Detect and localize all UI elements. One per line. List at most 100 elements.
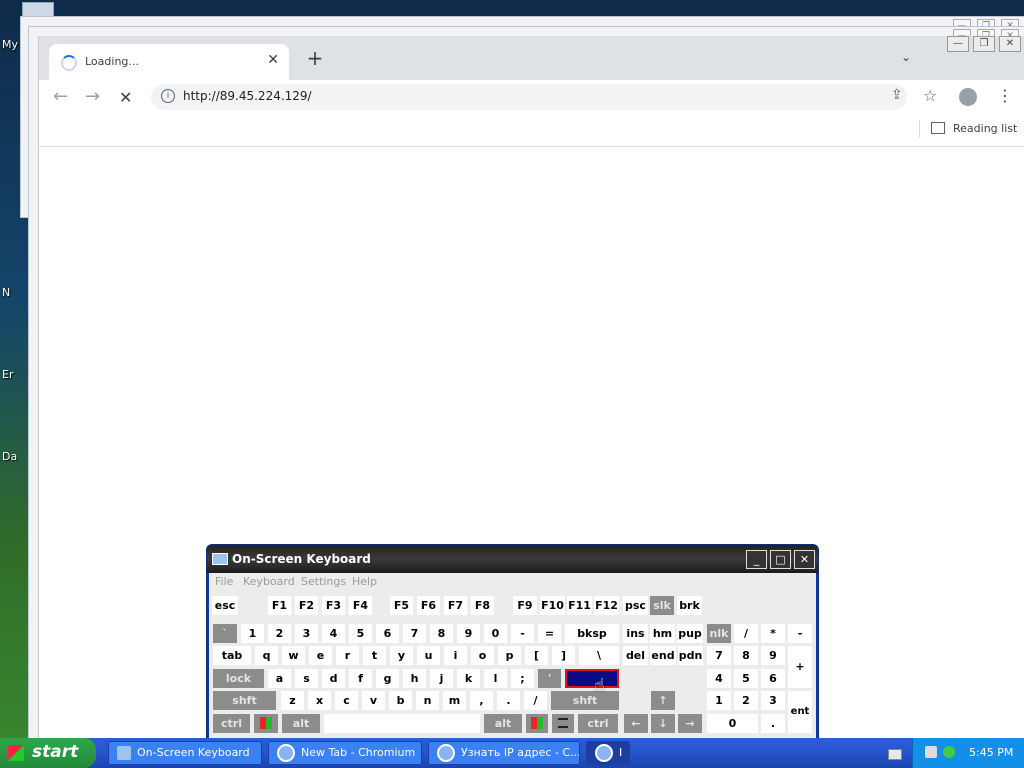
key-8[interactable]: 8: [430, 624, 453, 643]
menu-help[interactable]: Help: [352, 575, 377, 588]
stop-loading-button[interactable]: ✕: [119, 88, 132, 107]
key-f8[interactable]: F8: [471, 596, 494, 615]
menu-settings[interactable]: Settings: [301, 575, 346, 588]
key-n[interactable]: n: [416, 691, 439, 710]
key-pdn[interactable]: pdn: [678, 646, 703, 665]
keyboard-tray-icon[interactable]: [888, 749, 902, 760]
reading-list-icon[interactable]: [931, 122, 945, 134]
key-e[interactable]: e: [309, 646, 332, 665]
taskbar-item-osk[interactable]: On-Screen Keyboard: [108, 741, 262, 765]
key-k[interactable]: k: [457, 669, 480, 688]
osk-maximize-button[interactable]: □: [770, 550, 791, 569]
kebab-menu-icon[interactable]: ⋮: [997, 86, 1013, 105]
key-alt-left[interactable]: alt: [282, 714, 320, 733]
key-enter-selected[interactable]: [565, 669, 619, 688]
key-y[interactable]: y: [390, 646, 413, 665]
key-4[interactable]: 4: [322, 624, 345, 643]
network-icon[interactable]: [925, 746, 937, 758]
key-bracket-left[interactable]: [: [525, 646, 548, 665]
key-nlk[interactable]: nlk: [707, 624, 731, 643]
key-d[interactable]: d: [322, 669, 345, 688]
key-f12[interactable]: F12: [594, 596, 619, 615]
key-num-4[interactable]: 4: [707, 669, 731, 688]
minimize-button[interactable]: —: [947, 36, 969, 52]
key-o[interactable]: o: [471, 646, 494, 665]
clock[interactable]: 5:45 PM: [969, 746, 1013, 759]
profile-icon[interactable]: [959, 88, 977, 106]
key-shift-left[interactable]: shft: [213, 691, 276, 710]
start-button[interactable]: start: [0, 738, 96, 768]
key-g[interactable]: g: [376, 669, 399, 688]
key-num-9[interactable]: 9: [761, 646, 785, 665]
osk-minimize-button[interactable]: _: [746, 550, 767, 569]
key-v[interactable]: v: [362, 691, 385, 710]
key-menu[interactable]: [552, 714, 574, 733]
key-x[interactable]: x: [308, 691, 331, 710]
taskbar-item-chromium-newtab[interactable]: New Tab - Chromium: [268, 741, 422, 765]
key-ins[interactable]: ins: [623, 624, 648, 643]
key-l[interactable]: l: [484, 669, 507, 688]
key-quote[interactable]: ': [538, 669, 561, 688]
key-i[interactable]: i: [444, 646, 467, 665]
address-bar[interactable]: i http://89.45.224.129/ ⇪ ☆: [151, 84, 937, 110]
key-num-5[interactable]: 5: [734, 669, 758, 688]
key-t[interactable]: t: [363, 646, 386, 665]
key-bksp[interactable]: bksp: [565, 624, 619, 643]
key-m[interactable]: m: [443, 691, 466, 710]
key-num-decimal[interactable]: .: [761, 714, 785, 733]
key-tab[interactable]: tab: [213, 646, 251, 665]
key-num-8[interactable]: 8: [734, 646, 758, 665]
volume-icon[interactable]: [943, 746, 955, 758]
key-u[interactable]: u: [417, 646, 440, 665]
key-a[interactable]: a: [268, 669, 291, 688]
osk-close-button[interactable]: ✕: [794, 550, 815, 569]
key-semicolon[interactable]: ;: [511, 669, 534, 688]
key-minus[interactable]: -: [511, 624, 534, 643]
key-c[interactable]: c: [335, 691, 358, 710]
key-f7[interactable]: F7: [444, 596, 467, 615]
key-shift-right[interactable]: shft: [551, 691, 619, 710]
key-f6[interactable]: F6: [417, 596, 440, 615]
key-backtick[interactable]: `: [213, 624, 237, 643]
key-h[interactable]: h: [403, 669, 426, 688]
key-r[interactable]: r: [336, 646, 359, 665]
tab-close-icon[interactable]: ✕: [267, 52, 279, 68]
menu-file[interactable]: File: [215, 575, 233, 588]
key-num-divide[interactable]: /: [734, 624, 758, 643]
key-f11[interactable]: F11: [567, 596, 592, 615]
key-9[interactable]: 9: [457, 624, 480, 643]
new-tab-button[interactable]: +: [303, 46, 327, 70]
key-z[interactable]: z: [281, 691, 304, 710]
key-0[interactable]: 0: [484, 624, 507, 643]
taskbar-item-chromium-ip[interactable]: Узнать IP адрес - C...: [428, 741, 580, 765]
key-num-3[interactable]: 3: [761, 691, 785, 710]
key-f4[interactable]: F4: [349, 596, 372, 615]
key-period[interactable]: .: [497, 691, 520, 710]
key-q[interactable]: q: [255, 646, 278, 665]
key-j[interactable]: j: [430, 669, 453, 688]
key-b[interactable]: b: [389, 691, 412, 710]
key-pup[interactable]: pup: [677, 624, 703, 643]
key-hm[interactable]: hm: [650, 624, 675, 643]
key-ctrl-left[interactable]: ctrl: [213, 714, 250, 733]
share-icon[interactable]: ⇪: [891, 87, 903, 103]
key-caps-lock[interactable]: lock: [213, 669, 264, 688]
key-space[interactable]: [324, 714, 480, 733]
key-f1[interactable]: F1: [268, 596, 291, 615]
key-f5[interactable]: F5: [390, 596, 413, 615]
key-2[interactable]: 2: [268, 624, 291, 643]
key-6[interactable]: 6: [376, 624, 399, 643]
taskbar-item-chromium-active[interactable]: I: [586, 741, 630, 765]
key-5[interactable]: 5: [349, 624, 372, 643]
key-esc[interactable]: esc: [212, 596, 238, 615]
key-3[interactable]: 3: [295, 624, 318, 643]
forward-button[interactable]: →: [85, 86, 100, 107]
key-w[interactable]: w: [282, 646, 305, 665]
key-num-minus[interactable]: -: [788, 624, 812, 643]
key-end[interactable]: end: [650, 646, 676, 665]
url-text[interactable]: http://89.45.224.129/: [183, 89, 312, 103]
key-slk[interactable]: slk: [650, 596, 674, 615]
key-arrow-right[interactable]: →: [678, 714, 702, 733]
info-icon[interactable]: i: [161, 89, 175, 103]
key-brk[interactable]: brk: [677, 596, 702, 615]
